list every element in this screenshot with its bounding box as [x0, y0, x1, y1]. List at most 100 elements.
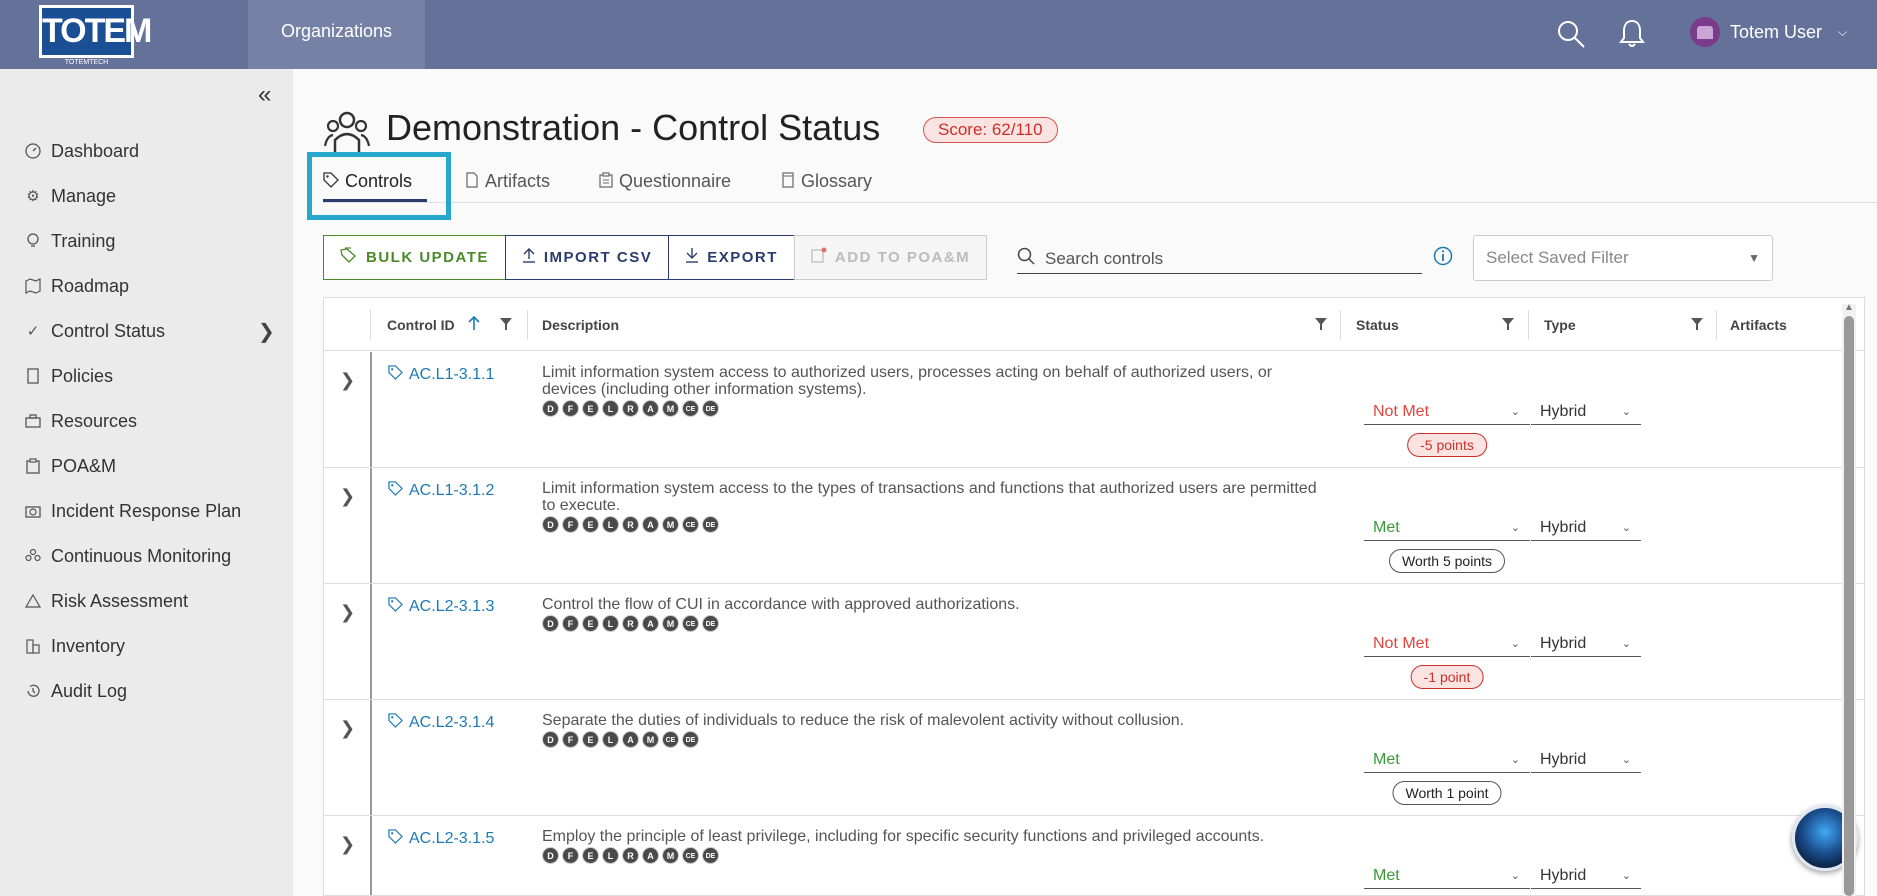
add-to-poam-button[interactable]: ADD TO POA&M	[793, 235, 988, 280]
table-row[interactable]: ❯ AC.L2-3.1.4 Separate the duties of indiv…	[324, 700, 1864, 816]
column-label: Artifacts	[1730, 316, 1787, 333]
sidebar-item-label: Risk Assessment	[51, 590, 189, 611]
map-icon	[24, 277, 42, 295]
table-row[interactable]: ❯ AC.L2-3.1.3 Control the flow of CUI in a…	[324, 584, 1864, 700]
sidebar-item-manage[interactable]: ⚙ Manage	[24, 181, 116, 211]
search-icon[interactable]	[1556, 19, 1586, 54]
expand-row-icon[interactable]: ❯	[340, 834, 355, 855]
expand-row-icon[interactable]: ❯	[340, 718, 355, 739]
building-icon	[24, 637, 42, 655]
tag-icon	[388, 365, 403, 385]
column-header-artifacts[interactable]: Artifacts	[1730, 298, 1787, 351]
badge: DE	[702, 400, 719, 417]
export-button[interactable]: EXPORT	[668, 235, 795, 280]
badge: DE	[702, 847, 719, 864]
column-header-control-id[interactable]: Control ID	[387, 298, 481, 351]
button-label: IMPORT CSV	[543, 249, 653, 266]
scrollbar-thumb[interactable]	[1844, 316, 1854, 896]
search-icon	[1017, 247, 1035, 270]
sidebar-item-poam[interactable]: POA&M	[24, 451, 116, 481]
table-row[interactable]: ❯ AC.L1-3.1.1 Limit information system acc…	[324, 352, 1864, 468]
sidebar-item-incident-response-plan[interactable]: Incident Response Plan	[24, 496, 241, 526]
sidebar-item-resources[interactable]: Resources	[24, 406, 137, 436]
control-id-link[interactable]: AC.L2-3.1.4	[388, 713, 494, 733]
control-id-link[interactable]: AC.L2-3.1.5	[388, 829, 494, 849]
badge: DE	[682, 731, 699, 748]
filter-icon[interactable]	[1314, 317, 1328, 334]
sidebar-item-dashboard[interactable]: Dashboard	[24, 136, 139, 166]
badge: F	[562, 400, 579, 417]
totem-logo[interactable]: TOTEM TOTEMTECH	[39, 5, 152, 67]
sort-ascending-icon[interactable]	[467, 315, 481, 334]
points-badge: -1 point	[1410, 665, 1484, 689]
table-row[interactable]: ❯ AC.L2-3.1.5 Employ the principle of leas…	[324, 816, 1864, 895]
sidebar-item-inventory[interactable]: Inventory	[24, 631, 125, 661]
column-header-type[interactable]: Type	[1544, 298, 1576, 351]
control-id: AC.L2-3.1.5	[409, 830, 495, 847]
badge: M	[642, 731, 659, 748]
badge: CE	[662, 731, 679, 748]
status-select[interactable]: Not Met ⌄	[1364, 631, 1530, 657]
search-controls-field[interactable]	[1017, 244, 1422, 274]
control-id-link[interactable]: AC.L1-3.1.2	[388, 481, 494, 501]
user-menu[interactable]: Totem User ⌵	[1690, 17, 1847, 47]
expand-row-icon[interactable]: ❯	[340, 486, 355, 507]
scroll-up-icon[interactable]: ▲	[1844, 302, 1854, 313]
filter-icon[interactable]	[499, 317, 513, 334]
column-header-description[interactable]: Description	[542, 298, 619, 351]
points-badge: Worth 1 point	[1392, 781, 1502, 805]
collapse-sidebar-icon[interactable]: «	[258, 81, 271, 109]
saved-filter-select[interactable]: Select Saved Filter ▼	[1473, 235, 1773, 281]
badge: CE	[682, 847, 699, 864]
logo-subtext: TOTEMTECH	[64, 59, 109, 66]
type-select[interactable]: Hybrid ⌄	[1531, 863, 1641, 889]
import-csv-button[interactable]: IMPORT CSV	[504, 235, 670, 280]
control-id-link[interactable]: AC.L1-3.1.1	[388, 365, 494, 385]
search-input[interactable]	[1045, 248, 1405, 269]
filter-icon[interactable]	[1501, 317, 1515, 334]
chevron-right-icon[interactable]: ❯	[258, 319, 275, 344]
tab-glossary[interactable]: Glossary	[781, 171, 872, 192]
scrollbar[interactable]: ▲	[1842, 302, 1856, 896]
sidebar-item-training[interactable]: Training	[24, 226, 115, 256]
type-select[interactable]: Hybrid ⌄	[1531, 747, 1641, 773]
tab-artifacts[interactable]: Artifacts	[465, 171, 550, 192]
row-indicator	[370, 352, 372, 467]
bulk-update-button[interactable]: BULK UPDATE	[323, 235, 506, 280]
sidebar-item-control-status[interactable]: ✓ Control Status	[24, 316, 165, 346]
type-select[interactable]: Hybrid ⌄	[1531, 631, 1641, 657]
badge: M	[662, 516, 679, 533]
type-value: Hybrid	[1540, 867, 1587, 884]
control-id-link[interactable]: AC.L2-3.1.3	[388, 597, 494, 617]
chevron-down-icon: ⌄	[1621, 638, 1631, 650]
status-select[interactable]: Met ⌄	[1364, 863, 1530, 889]
description-text: Control the flow of CUI in accordance wi…	[542, 596, 1020, 613]
status-value: Met	[1373, 867, 1400, 884]
column-divider	[527, 310, 528, 340]
tab-questionnaire[interactable]: Questionnaire	[599, 171, 731, 192]
expand-row-icon[interactable]: ❯	[340, 602, 355, 623]
badge: R	[622, 847, 639, 864]
filter-icon[interactable]	[1690, 317, 1704, 334]
badge: R	[622, 400, 639, 417]
type-select[interactable]: Hybrid ⌄	[1531, 399, 1641, 425]
status-select[interactable]: Met ⌄	[1364, 515, 1530, 541]
status-select[interactable]: Not Met ⌄	[1364, 399, 1530, 425]
table-row[interactable]: ❯ AC.L1-3.1.2 Limit information system acc…	[324, 468, 1864, 584]
expand-row-icon[interactable]: ❯	[340, 370, 355, 391]
sidebar-item-audit-log[interactable]: Audit Log	[24, 676, 127, 706]
sidebar-item-policies[interactable]: Policies	[24, 361, 113, 391]
avatar	[1690, 17, 1720, 47]
type-select[interactable]: Hybrid ⌄	[1531, 515, 1641, 541]
organizations-tab[interactable]: Organizations	[248, 0, 425, 69]
chevron-down-icon: ⌄	[1510, 522, 1520, 534]
badge: D	[542, 847, 559, 864]
sidebar-item-roadmap[interactable]: Roadmap	[24, 271, 129, 301]
bell-icon[interactable]	[1618, 18, 1646, 53]
sidebar-item-risk-assessment[interactable]: Risk Assessment	[24, 586, 188, 616]
status-select[interactable]: Met ⌄	[1364, 747, 1530, 773]
column-header-status[interactable]: Status	[1356, 298, 1399, 351]
info-icon[interactable]	[1433, 246, 1453, 271]
sidebar-item-continuous-monitoring[interactable]: Continuous Monitoring	[24, 541, 231, 571]
badge: R	[622, 615, 639, 632]
